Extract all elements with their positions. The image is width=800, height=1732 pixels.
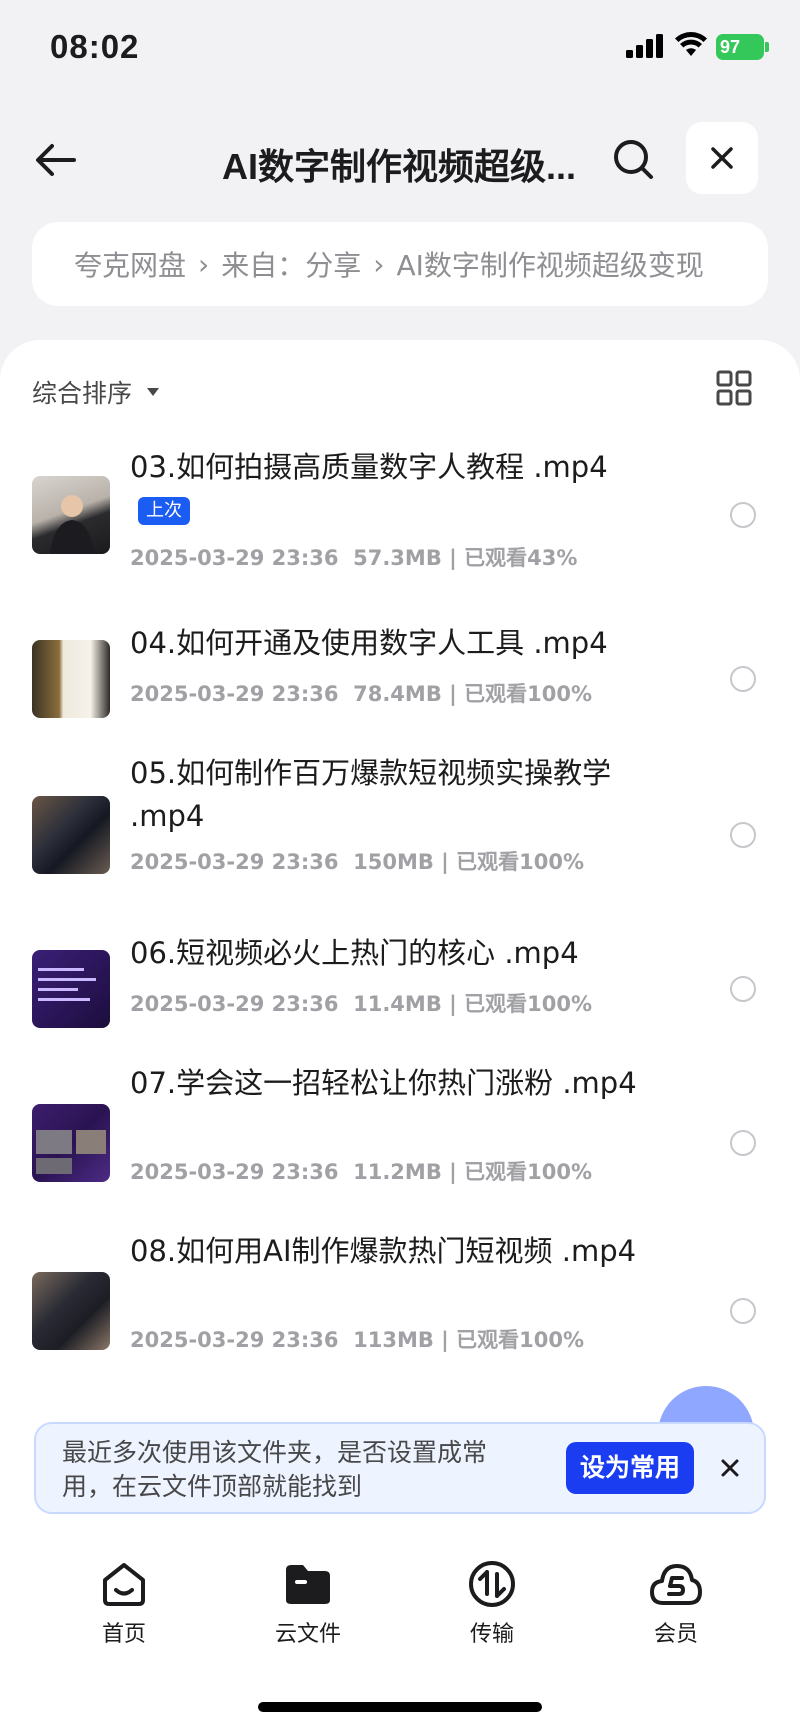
file-row[interactable]: 04.如何开通及使用数字人工具 .mp4 2025-03-29 23:36 78… <box>0 598 800 738</box>
tab-label: 云文件 <box>274 1622 341 1647</box>
tab-transfer[interactable]: 传输 <box>422 1556 562 1648</box>
wifi-icon <box>675 32 707 56</box>
battery-level: 97 <box>716 34 764 60</box>
close-icon <box>721 1459 739 1477</box>
file-name: 06.短视频必火上热门的核心 .mp4 <box>130 936 579 970</box>
tab-label: 会员 <box>653 1622 698 1647</box>
close-icon <box>711 147 733 169</box>
select-radio[interactable] <box>730 976 756 1002</box>
select-radio[interactable] <box>730 822 756 848</box>
breadcrumb-item-folder[interactable]: AI数字制作视频超级变现 <box>396 244 703 284</box>
video-thumbnail <box>32 476 110 554</box>
set-frequent-button[interactable]: 设为常用 <box>566 1442 694 1494</box>
file-meta: 2025-03-29 23:36 78.4MB | 已观看100% <box>130 682 593 706</box>
file-name: 08.如何用AI制作爆款热门短视频 .mp4 <box>130 1234 637 1268</box>
file-meta: 2025-03-29 23:36 11.4MB | 已观看100% <box>130 992 593 1016</box>
sort-dropdown[interactable]: 综合排序 <box>32 374 160 410</box>
file-name: 07.学会这一招轻松让你热门涨粉 .mp4 <box>130 1066 637 1100</box>
folder-icon <box>286 1565 330 1604</box>
breadcrumb-item-root[interactable]: 夸克网盘 <box>74 244 186 284</box>
file-row[interactable]: 05.如何制作百万爆款短视频实操教学 .mp4 2025-03-29 23:36… <box>0 736 800 876</box>
search-icon <box>614 140 653 179</box>
cellular-signal-icon <box>626 34 663 58</box>
banner-close-button[interactable] <box>714 1452 746 1484</box>
file-meta: 2025-03-29 23:36 11.2MB | 已观看100% <box>130 1160 593 1184</box>
video-thumbnail <box>32 1272 110 1350</box>
status-time: 08:02 <box>50 28 140 65</box>
tab-cloud-files[interactable]: 云文件 <box>238 1556 378 1648</box>
file-meta: 2025-03-29 23:36 57.3MB | 已观看43% <box>130 546 578 570</box>
video-thumbnail <box>32 1104 110 1182</box>
breadcrumb-item-share[interactable]: 来自：分享 <box>221 244 361 284</box>
file-name: 03.如何拍摄高质量数字人教程 .mp4上次 <box>130 446 650 532</box>
select-radio[interactable] <box>730 1130 756 1156</box>
back-button[interactable] <box>30 134 82 186</box>
tab-label: 传输 <box>469 1622 514 1647</box>
breadcrumb-separator: › <box>198 247 210 281</box>
video-thumbnail <box>32 796 110 874</box>
home-icon <box>103 1563 145 1606</box>
arrow-left-icon <box>36 144 76 176</box>
grid-view-icon[interactable] <box>716 370 752 406</box>
battery-icon: 97 <box>716 34 769 60</box>
tab-membership[interactable]: 会员 <box>606 1556 746 1648</box>
banner-text: 最近多次使用该文件夹，是否设置成常用，在云文件顶部就能找到 <box>62 1438 488 1501</box>
breadcrumb-separator: › <box>373 247 385 281</box>
search-button[interactable] <box>608 134 660 186</box>
last-viewed-badge: 上次 <box>138 497 190 525</box>
page-title: AI数字制作视频超级... <box>222 146 577 187</box>
cloud-member-icon <box>650 1564 702 1605</box>
file-meta: 2025-03-29 23:36 150MB | 已观看100% <box>130 850 585 874</box>
sort-label: 综合排序 <box>32 379 133 408</box>
tab-home[interactable]: 首页 <box>54 1556 194 1648</box>
file-row[interactable]: 08.如何用AI制作爆款热门短视频 .mp4 2025-03-29 23:36 … <box>0 1214 800 1354</box>
bottom-tab-bar: 首页 云文件 传输 会员 <box>0 1556 800 1666</box>
file-row[interactable]: 03.如何拍摄高质量数字人教程 .mp4上次 2025-03-29 23:36 … <box>0 430 800 570</box>
file-meta: 2025-03-29 23:36 113MB | 已观看100% <box>130 1328 585 1352</box>
file-list-sheet: 综合排序 03.如何拍摄高质量数字人教程 .mp4上次 2025-03-29 2… <box>0 340 800 1732</box>
transfer-icon <box>469 1561 515 1607</box>
close-button[interactable] <box>686 122 758 194</box>
file-name: 05.如何制作百万爆款短视频实操教学 .mp4 <box>130 756 612 833</box>
file-row[interactable]: 07.学会这一招轻松让你热门涨粉 .mp4 2025-03-29 23:36 1… <box>0 1046 800 1186</box>
select-radio[interactable] <box>730 502 756 528</box>
set-frequent-banner: 最近多次使用该文件夹，是否设置成常用，在云文件顶部就能找到 设为常用 <box>34 1422 766 1514</box>
select-radio[interactable] <box>730 666 756 692</box>
video-thumbnail <box>32 950 110 1028</box>
caret-down-icon <box>147 388 160 396</box>
file-row[interactable]: 06.短视频必火上热门的核心 .mp4 2025-03-29 23:36 11.… <box>0 912 800 1052</box>
video-thumbnail <box>32 640 110 718</box>
breadcrumb: 夸克网盘 › 来自：分享 › AI数字制作视频超级变现 <box>32 222 768 306</box>
header: AI数字制作视频超级... <box>0 110 800 210</box>
status-bar: 08:02 97 <box>0 0 800 100</box>
file-name: 04.如何开通及使用数字人工具 .mp4 <box>130 626 608 660</box>
select-radio[interactable] <box>730 1298 756 1324</box>
tab-label: 首页 <box>101 1622 146 1647</box>
home-indicator <box>258 1702 542 1712</box>
